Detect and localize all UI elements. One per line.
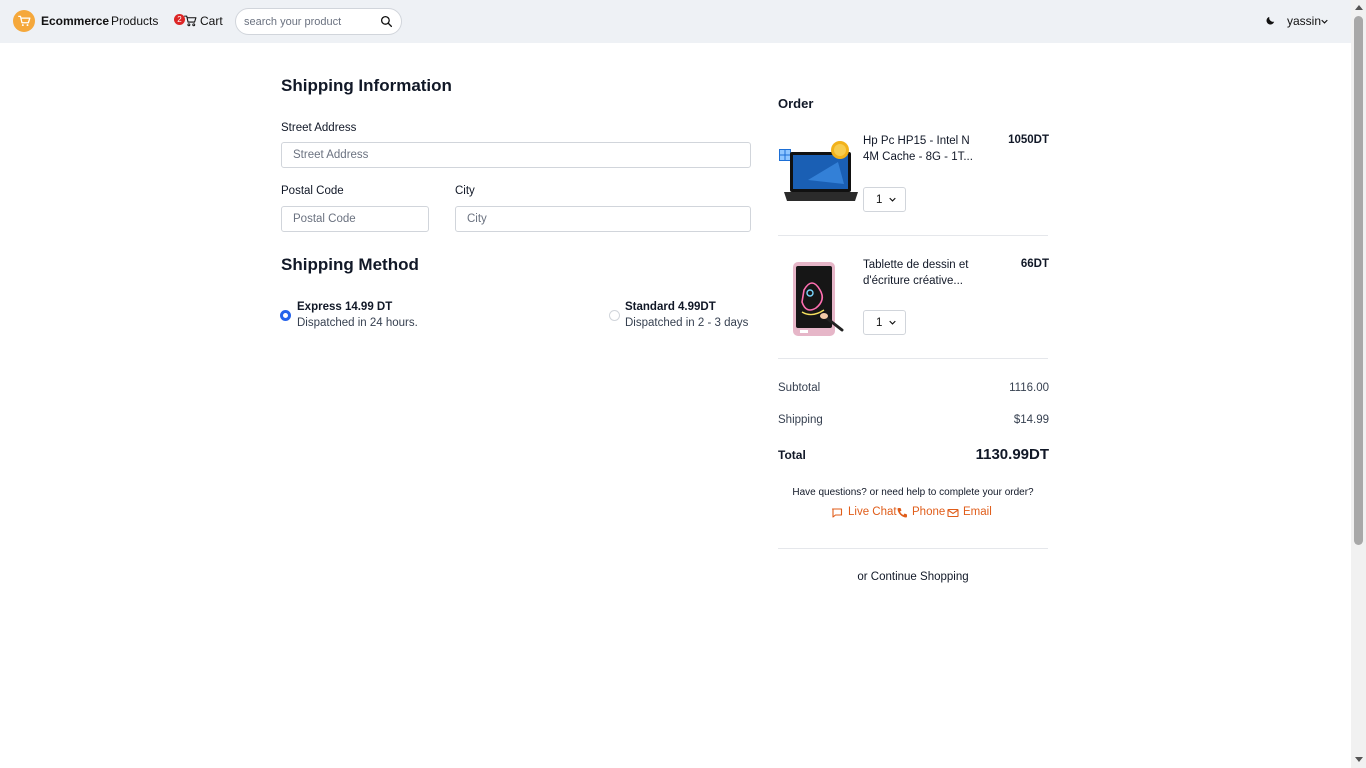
order-title: Order — [778, 96, 814, 111]
item-1-price: 1050DT — [1008, 134, 1049, 146]
total-value: 1130.99DT — [975, 446, 1049, 463]
street-address-label: Street Address — [281, 122, 357, 134]
item-2-quantity-value: 1 — [876, 317, 883, 329]
email-link[interactable]: Email — [963, 506, 992, 518]
nav-link-products[interactable]: Products — [111, 14, 158, 28]
phone-icon — [897, 508, 907, 518]
item-2-price: 66DT — [1020, 258, 1049, 270]
item-1-quantity-select[interactable]: 1 — [863, 187, 906, 212]
user-menu-name[interactable]: yassin — [1287, 14, 1321, 28]
item-2-name[interactable]: Tablette de dessin et d'écriture créativ… — [863, 257, 973, 289]
item-2-quantity-select[interactable]: 1 — [863, 310, 906, 335]
standard-option-name[interactable]: Standard 4.99DT — [625, 301, 716, 313]
chat-icon — [831, 508, 843, 518]
chevron-down-icon — [889, 197, 896, 202]
express-option-desc: Dispatched in 24 hours. — [297, 317, 418, 329]
top-navbar: Ecommerce Products 2 Cart yassin — [0, 0, 1351, 43]
subtotal-value: 1116.00 — [1009, 382, 1049, 394]
shipping-method-title: Shipping Method — [281, 255, 419, 274]
city-label: City — [455, 185, 475, 197]
item-1-quantity-value: 1 — [876, 194, 883, 206]
order-divider — [778, 548, 1048, 549]
search-box — [235, 8, 402, 35]
street-address-field[interactable] — [281, 142, 751, 168]
cart-logo-icon[interactable] — [13, 10, 35, 32]
standard-option-desc: Dispatched in 2 - 3 days — [625, 317, 749, 329]
scrollbar-thumb[interactable] — [1354, 16, 1363, 545]
chevron-down-icon — [889, 320, 896, 325]
total-label: Total — [778, 448, 806, 462]
standard-radio[interactable] — [609, 310, 620, 321]
laptop-product-image[interactable] — [778, 140, 858, 204]
order-divider — [778, 235, 1048, 236]
scroll-down-arrow-icon[interactable] — [1355, 757, 1363, 762]
dark-mode-moon-icon[interactable] — [1265, 15, 1276, 26]
city-field[interactable] — [455, 206, 751, 232]
continue-shopping-link[interactable]: or Continue Shopping — [778, 571, 1048, 583]
item-1-name[interactable]: Hp Pc HP15 - Intel N 4M Cache - 8G - 1T.… — [863, 133, 973, 165]
help-text: Have questions? or need help to complete… — [792, 487, 1034, 498]
shipping-information-title: Shipping Information — [281, 76, 452, 95]
cart-icon — [184, 15, 197, 27]
drawing-tablet-product-image[interactable] — [790, 260, 848, 338]
chevron-down-icon[interactable] — [1321, 19, 1328, 24]
phone-link[interactable]: Phone — [912, 506, 945, 518]
scroll-up-arrow-icon[interactable] — [1355, 5, 1363, 10]
live-chat-link[interactable]: Live Chat — [848, 506, 897, 518]
postal-code-field[interactable] — [281, 206, 429, 232]
express-radio[interactable] — [280, 310, 291, 321]
shipping-cost-value: $14.99 — [1013, 414, 1049, 426]
brand-name[interactable]: Ecommerce — [41, 14, 109, 28]
page-scrollbar[interactable] — [1351, 0, 1366, 768]
postal-code-label: Postal Code — [281, 185, 344, 197]
shipping-cost-label: Shipping — [778, 414, 823, 426]
search-input[interactable] — [244, 14, 374, 30]
cart-label: Cart — [200, 14, 223, 28]
subtotal-label: Subtotal — [778, 382, 821, 394]
email-icon — [947, 508, 959, 518]
search-icon[interactable] — [380, 15, 393, 28]
order-divider — [778, 358, 1048, 359]
express-option-name[interactable]: Express 14.99 DT — [297, 301, 392, 313]
